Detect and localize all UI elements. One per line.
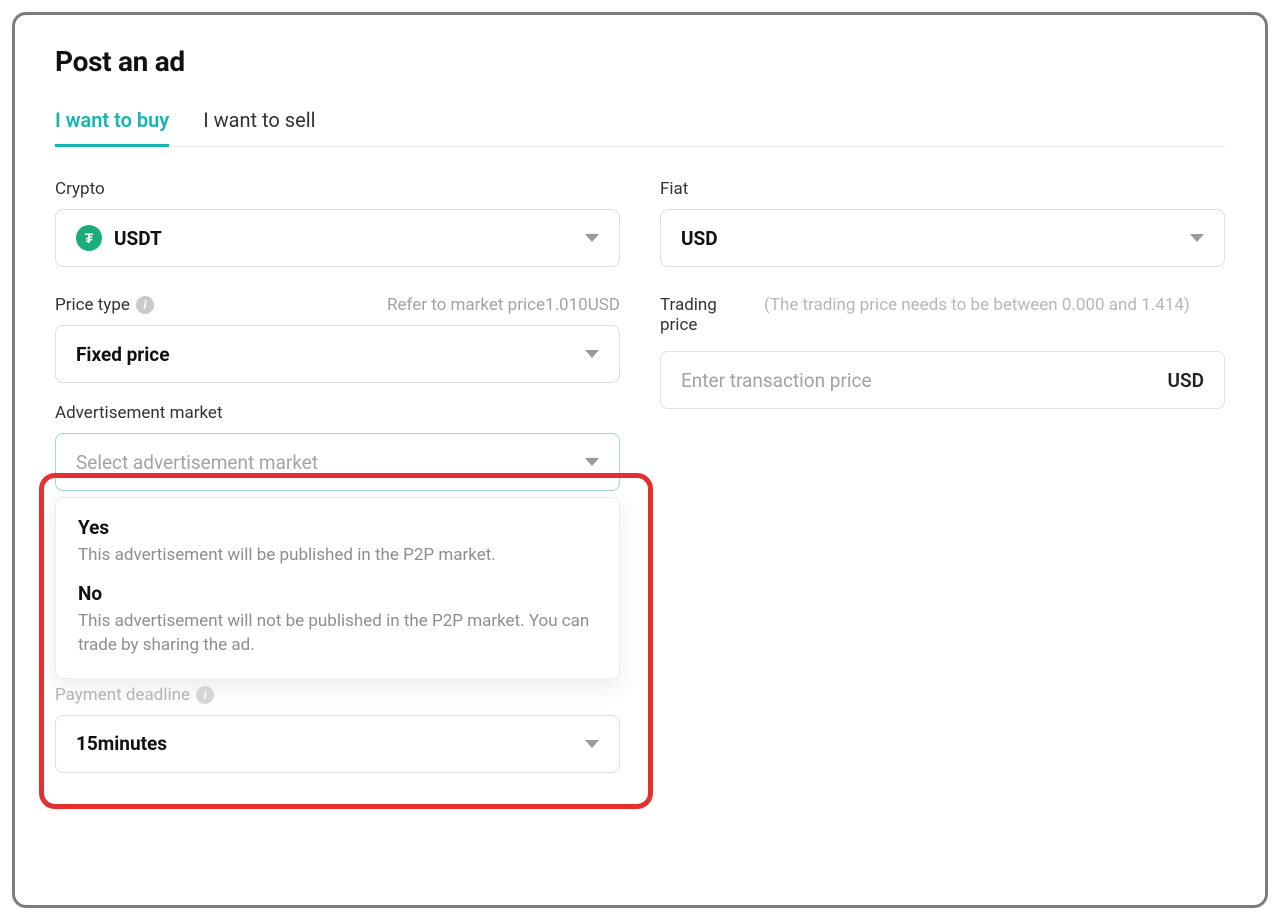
payment-deadline-select[interactable]: 15minutes	[55, 715, 620, 773]
fiat-value: USD	[681, 227, 718, 250]
option-title: No	[78, 582, 597, 605]
tab-sell[interactable]: I want to sell	[203, 108, 315, 146]
ad-market-dropdown: Yes This advertisement will be published…	[55, 497, 620, 679]
option-desc: This advertisement will be published in …	[78, 543, 597, 568]
ad-market-option-no[interactable]: No This advertisement will not be publis…	[78, 582, 597, 658]
option-desc: This advertisement will not be published…	[78, 609, 597, 658]
crypto-value: USDT	[114, 227, 162, 250]
price-type-value: Fixed price	[76, 343, 169, 366]
market-price-hint: Refer to market price1.010USD	[387, 295, 620, 315]
option-title: Yes	[78, 516, 597, 539]
price-type-select[interactable]: Fixed price	[55, 325, 620, 383]
trading-price-hint: (The trading price needs to be between 0…	[764, 295, 1190, 315]
trade-direction-tabs: I want to buy I want to sell	[55, 108, 1225, 147]
fiat-label: Fiat	[660, 179, 1225, 199]
chevron-down-icon	[585, 458, 599, 466]
chevron-down-icon	[585, 740, 599, 748]
usdt-icon: ₮	[76, 225, 102, 251]
trading-price-unit: USD	[1168, 369, 1204, 392]
price-type-label: Price type	[55, 295, 130, 315]
trading-price-input[interactable]	[681, 369, 1160, 392]
trading-price-field[interactable]: USD	[660, 351, 1225, 409]
info-icon: i	[196, 686, 214, 704]
page-title: Post an ad	[55, 45, 1225, 78]
ad-market-label: Advertisement market	[55, 403, 620, 423]
ad-market-option-yes[interactable]: Yes This advertisement will be published…	[78, 516, 597, 568]
info-icon[interactable]: i	[136, 296, 154, 314]
chevron-down-icon	[585, 234, 599, 242]
post-ad-panel: Post an ad I want to buy I want to sell …	[12, 12, 1268, 908]
chevron-down-icon	[585, 350, 599, 358]
payment-deadline-value: 15minutes	[76, 732, 167, 755]
trading-price-label: Trading price	[660, 295, 750, 335]
chevron-down-icon	[1190, 234, 1204, 242]
tab-buy[interactable]: I want to buy	[55, 108, 169, 147]
crypto-select[interactable]: ₮ USDT	[55, 209, 620, 267]
ad-market-select[interactable]: Select advertisement market	[55, 433, 620, 491]
fiat-select[interactable]: USD	[660, 209, 1225, 267]
crypto-label: Crypto	[55, 179, 620, 199]
ad-market-placeholder: Select advertisement market	[76, 451, 318, 474]
payment-deadline-label: Payment deadline i	[55, 685, 620, 705]
